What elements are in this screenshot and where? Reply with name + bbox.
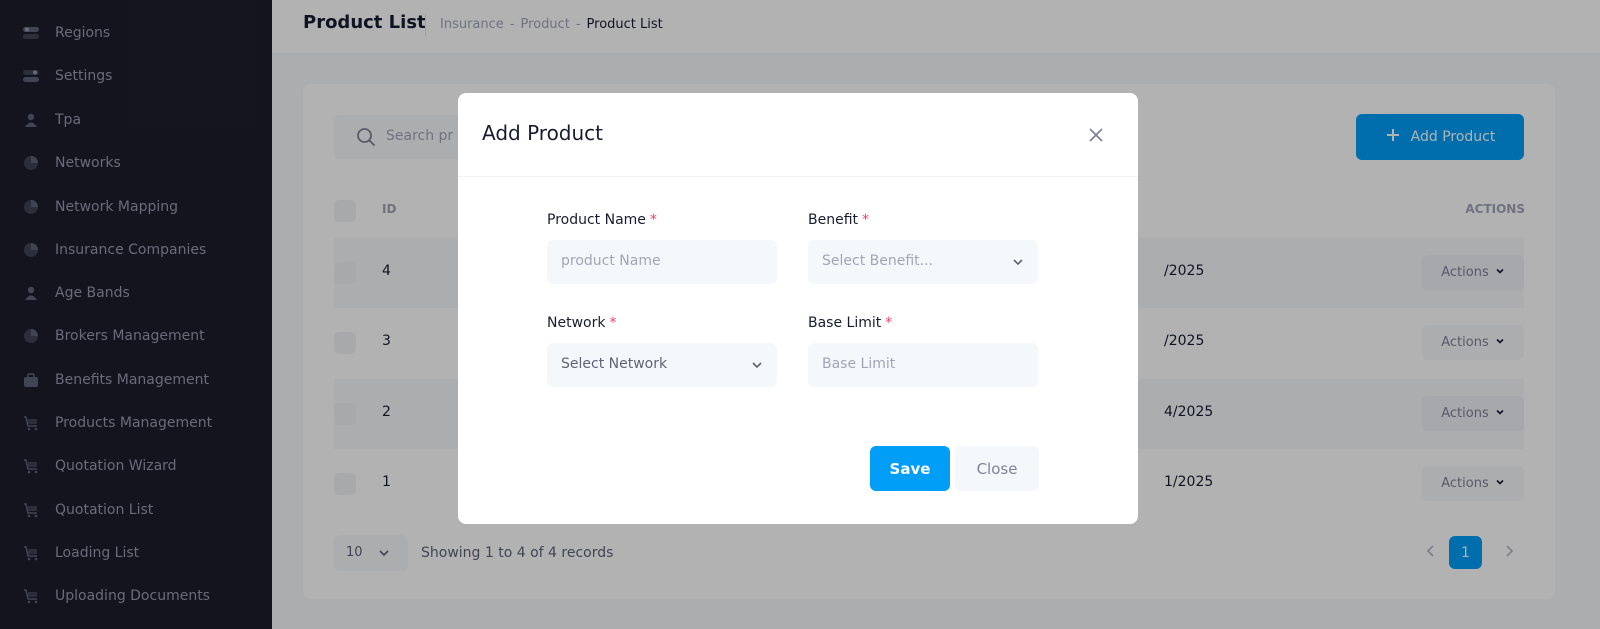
product-name-field[interactable]: product Name (547, 240, 777, 284)
close-button[interactable]: Close (955, 446, 1039, 491)
required-marker: * (885, 315, 893, 331)
modal-title: Add Product (482, 121, 604, 145)
chevron-down-icon (751, 359, 763, 375)
benefit-label: Benefit * (808, 212, 870, 228)
product-name-label: Product Name * (547, 212, 657, 228)
base-limit-placeholder: Base Limit (822, 356, 896, 372)
modal-header: Add Product (458, 93, 1138, 177)
required-marker: * (609, 315, 617, 331)
product-name-placeholder: product Name (561, 253, 661, 269)
chevron-down-icon (1012, 256, 1024, 272)
network-select[interactable]: Select Network (547, 343, 777, 387)
add-product-modal: Add Product Product Name * product Name B… (458, 93, 1138, 524)
close-icon[interactable] (1086, 125, 1106, 145)
save-button[interactable]: Save (870, 446, 950, 491)
base-limit-field[interactable]: Base Limit (808, 343, 1038, 387)
base-limit-label: Base Limit * (808, 315, 893, 331)
benefit-placeholder: Select Benefit... (822, 253, 934, 269)
required-marker: * (649, 212, 657, 228)
required-marker: * (862, 212, 870, 228)
benefit-select[interactable]: Select Benefit... (808, 240, 1038, 284)
network-label: Network * (547, 315, 617, 331)
network-value: Select Network (561, 356, 668, 372)
